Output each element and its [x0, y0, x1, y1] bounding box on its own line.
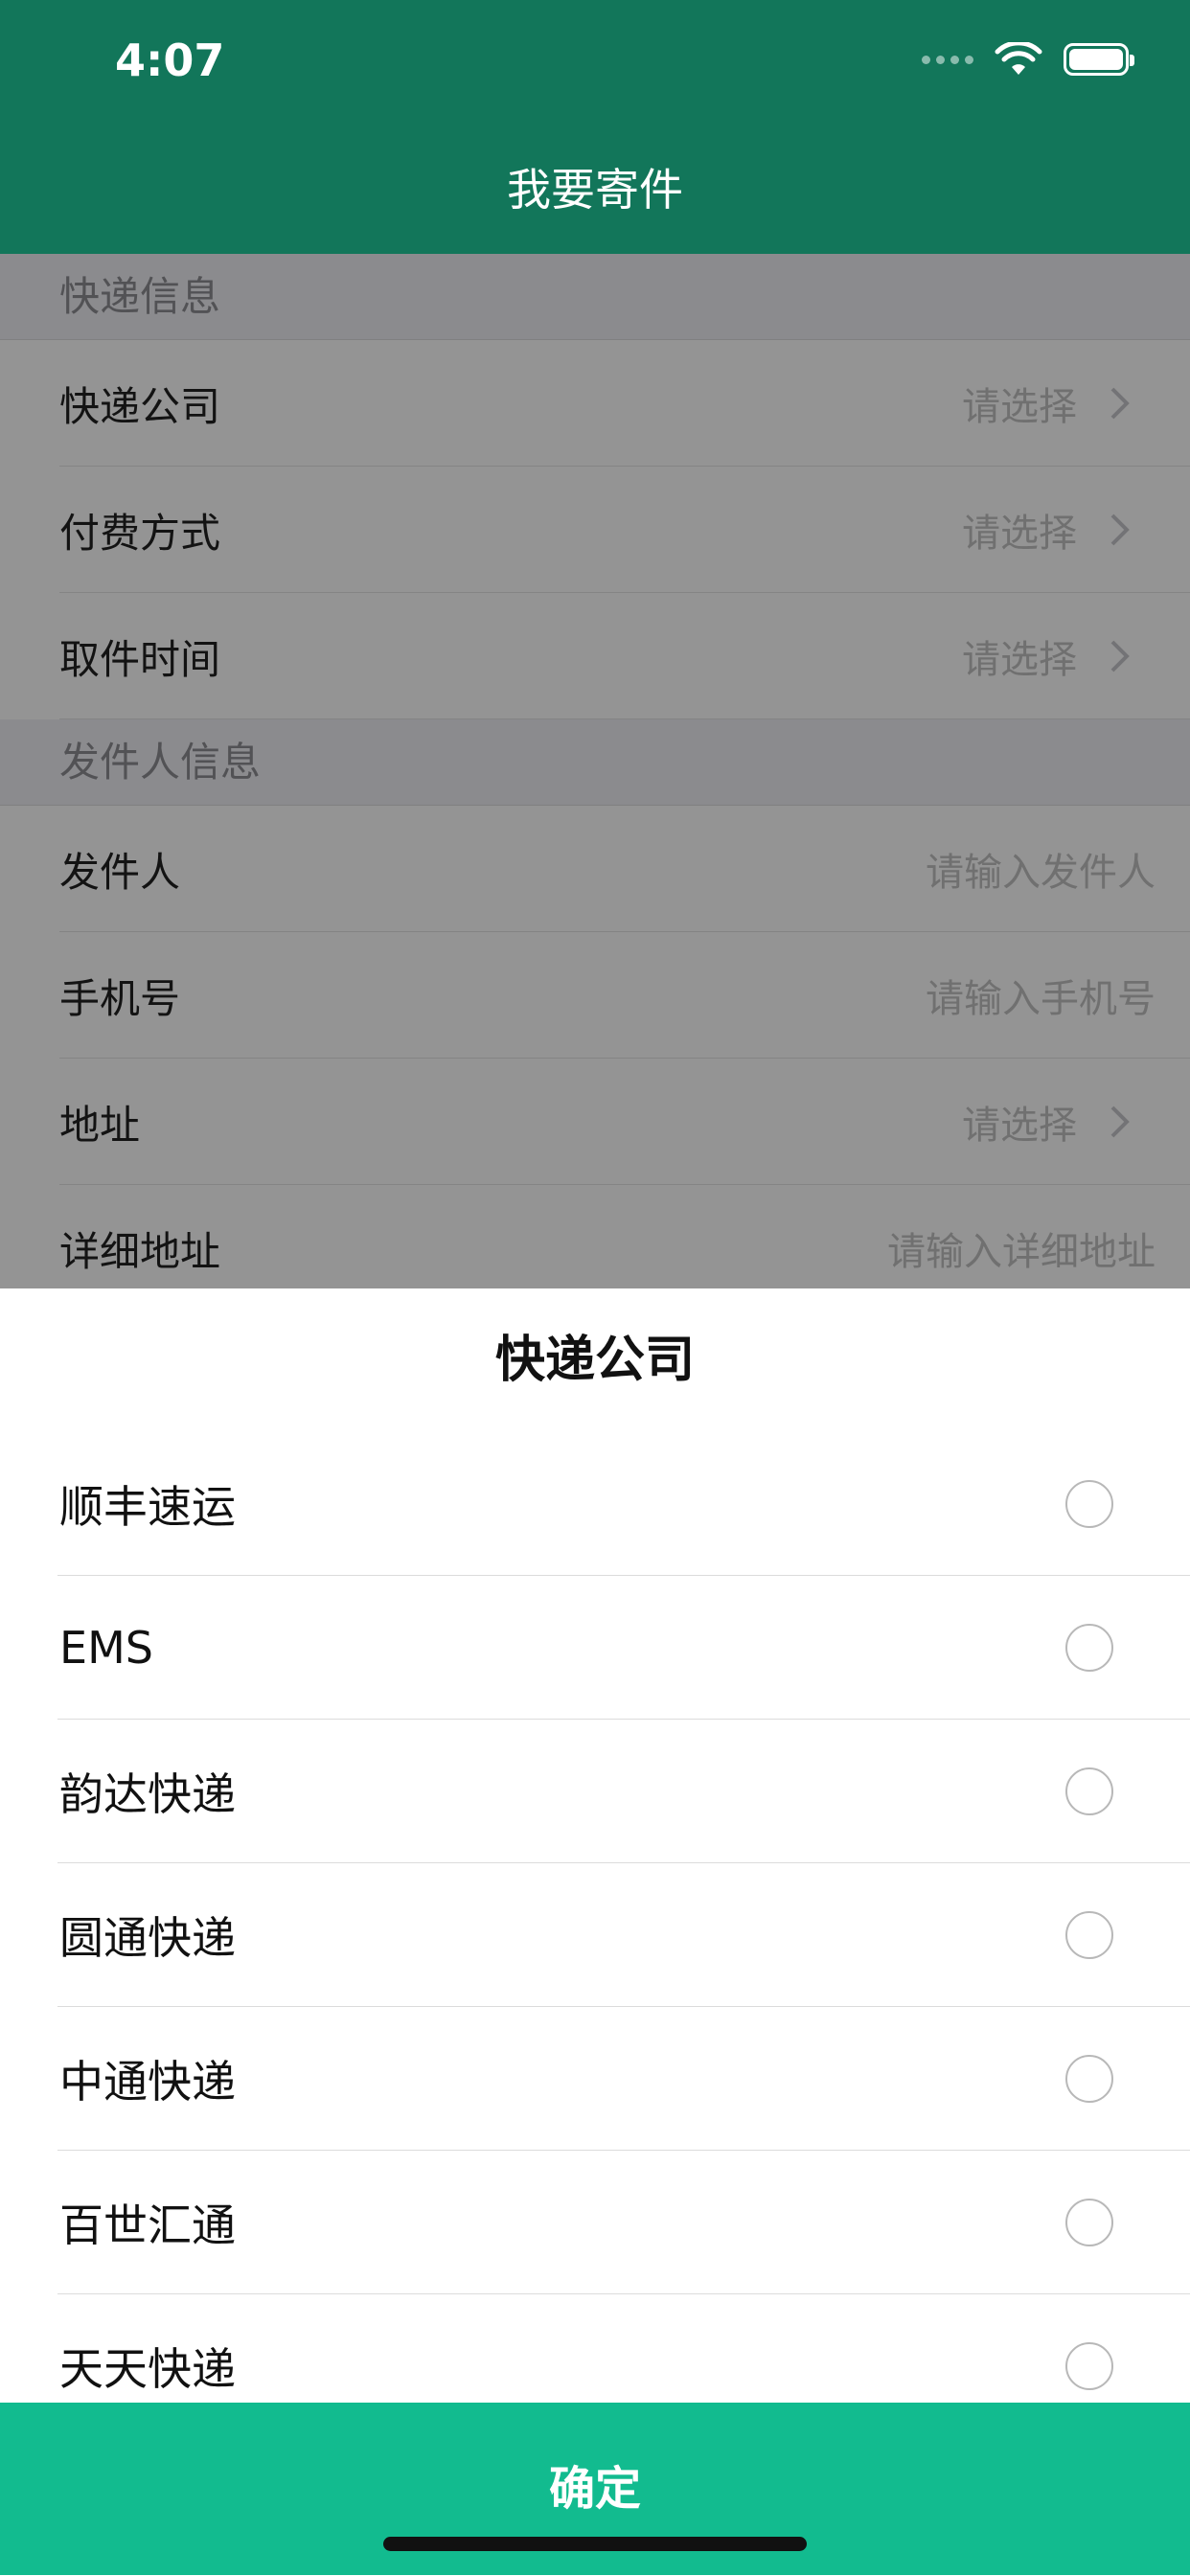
battery-icon [1064, 43, 1134, 76]
option-label: 天天快递 [59, 2343, 236, 2395]
radio-unchecked-icon[interactable] [1065, 1480, 1113, 1528]
nav-header: 4:07 我要寄件 [0, 0, 1190, 254]
radio-unchecked-icon[interactable] [1065, 1624, 1113, 1672]
radio-unchecked-icon[interactable] [1065, 1911, 1113, 1959]
courier-picker-sheet: 快递公司 顺丰速运 EMS 韵达快递 圆通快递 中通快递 百世汇通 天天快递 [0, 1288, 1190, 2575]
option-label: 圆通快递 [59, 1912, 236, 1964]
option-yunda[interactable]: 韵达快递 [0, 1720, 1190, 1863]
dim-overlay[interactable] [0, 254, 1190, 1288]
option-label: 百世汇通 [59, 2200, 236, 2251]
option-shunfeng[interactable]: 顺丰速运 [0, 1432, 1190, 1576]
radio-unchecked-icon[interactable] [1065, 2055, 1113, 2103]
status-icons [922, 42, 1134, 77]
signal-icon [922, 55, 973, 64]
radio-unchecked-icon[interactable] [1065, 2199, 1113, 2246]
option-label: 韵达快递 [59, 1768, 236, 1820]
option-zhongtong[interactable]: 中通快递 [0, 2007, 1190, 2151]
wifi-icon [995, 42, 1042, 77]
status-time: 4:07 [115, 34, 225, 86]
option-ems[interactable]: EMS [0, 1576, 1190, 1720]
option-baishi[interactable]: 百世汇通 [0, 2151, 1190, 2294]
sheet-title: 快递公司 [494, 1332, 695, 1389]
option-label: 顺丰速运 [59, 1481, 236, 1533]
home-indicator [383, 2537, 807, 2551]
option-label: 中通快递 [59, 2056, 236, 2108]
option-label: EMS [59, 1622, 153, 1674]
radio-unchecked-icon[interactable] [1065, 1767, 1113, 1815]
page-title: 我要寄件 [507, 164, 683, 216]
option-yuantong[interactable]: 圆通快递 [0, 1863, 1190, 2007]
radio-unchecked-icon[interactable] [1065, 2342, 1113, 2390]
